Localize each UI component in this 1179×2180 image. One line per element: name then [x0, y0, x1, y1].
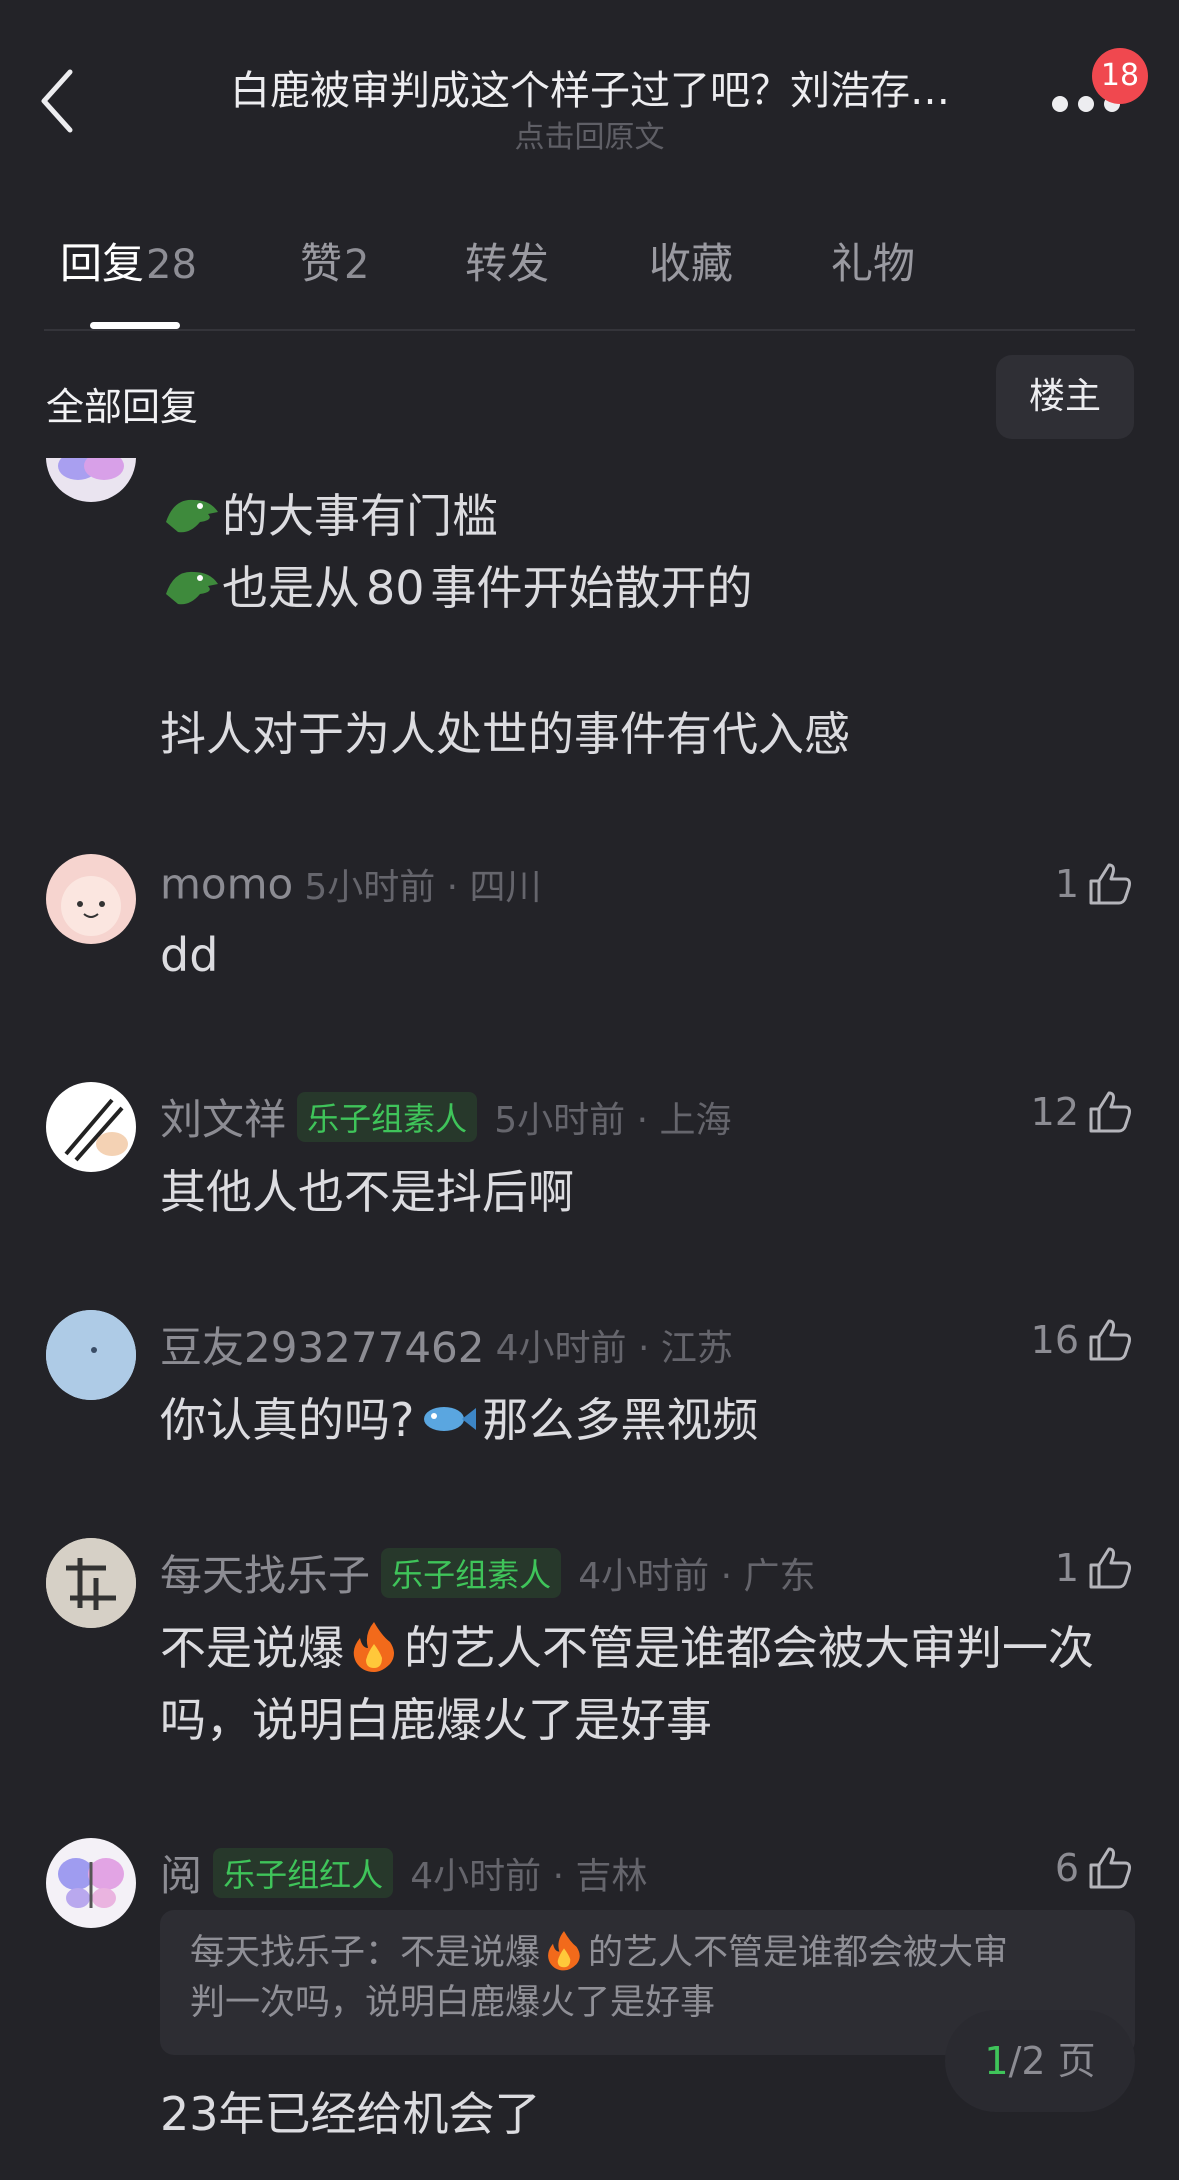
tab-label: 回复 [60, 239, 145, 288]
reply-screen: 白鹿被审判成这个样子过了吧？刘浩存… 点击回原文 18 回复28 赞2 转发 收… [0, 0, 1179, 2180]
page-total: /2 页 [1008, 2039, 1096, 2083]
calligraphy-icon [46, 1538, 136, 1628]
like-count: 6 [1054, 1846, 1079, 1890]
tab-gifts[interactable]: 礼物 [831, 230, 915, 291]
comment-line: 不是说爆 的艺人不管是谁都会被大审判一次 [160, 1612, 1094, 1678]
comment-text: 抖人对于为人处世的事件有代入感 [160, 707, 850, 761]
comment-text: 的艺人不管是谁都会被大审判一次 [404, 1621, 1094, 1675]
comment-meta: 刘文祥 乐子组素人 5小时前 · 上海 [160, 1086, 732, 1144]
butterfly-icon [58, 458, 124, 480]
group-badge: 乐子组素人 [381, 1547, 562, 1598]
username[interactable]: 每天找乐子 [160, 1551, 370, 1600]
crocodile-emoji-icon [166, 499, 218, 533]
divider [44, 329, 1135, 331]
comment-text: 事件开始散开的 [430, 561, 753, 615]
comment-text: 不是说爆 [160, 1621, 344, 1675]
sky-photo-icon [46, 1310, 136, 1400]
avatar[interactable] [46, 458, 136, 502]
comment-line: 的大事有门槛 [160, 480, 498, 546]
quote-text: 的艺人不管是谁都会被大审 [588, 1933, 1009, 1973]
active-tab-indicator [90, 322, 180, 329]
cartoon-face-icon [61, 876, 121, 936]
avatar[interactable] [46, 1838, 136, 1928]
timestamp: 5小时前 · 上海 [494, 1099, 732, 1141]
timestamp: 4小时前 · 江苏 [495, 1327, 733, 1369]
comment-text: 你认真的吗? [160, 1393, 415, 1447]
comment-meta: 每天找乐子 乐子组素人 4小时前 · 广东 [160, 1542, 816, 1600]
comment-text: 也是从 [222, 561, 360, 615]
username[interactable]: 豆友293277462 [160, 1323, 485, 1372]
thumbs-up-icon [1089, 1847, 1131, 1889]
thumbs-up-icon [1089, 1547, 1131, 1589]
fire-emoji-icon [353, 1622, 394, 1672]
like-button[interactable]: 12 [1031, 1082, 1135, 1142]
thumbs-up-icon [1089, 863, 1131, 905]
comment-line: 你认真的吗? 那么多黑视频 [160, 1384, 758, 1450]
comment-line: 也是从 80 事件开始散开的 [160, 552, 753, 618]
post-title[interactable]: 白鹿被审判成这个样子过了吧？刘浩存… [175, 58, 1005, 116]
tab-reposts[interactable]: 转发 [465, 230, 549, 291]
avatar[interactable] [46, 1082, 136, 1172]
crocodile-emoji-icon [166, 571, 218, 605]
tab-likes[interactable]: 赞2 [300, 230, 369, 291]
comment-text: 那么多黑视频 [482, 1393, 759, 1447]
quote-line: 每天找乐子：不是说爆 的艺人不管是谁都会被大审 [190, 1928, 1105, 1978]
quote-text: 每天找乐子：不是说爆 [190, 1933, 541, 1973]
like-button[interactable]: 1 [1055, 1538, 1135, 1598]
like-button[interactable]: 16 [1031, 1310, 1135, 1370]
timestamp: 4小时前 · 广东 [578, 1555, 816, 1597]
comment-meta: momo 5小时前 · 四川 [160, 858, 542, 912]
tab-label: 转发 [465, 239, 550, 288]
comment-meta: 豆友293277462 4小时前 · 江苏 [160, 1314, 733, 1372]
section-title: 全部回复 [46, 385, 199, 429]
timestamp: 5小时前 · 四川 [304, 867, 542, 908]
like-count: 16 [1030, 1318, 1079, 1362]
avatar[interactable] [46, 1310, 136, 1400]
chopsticks-icon [64, 1098, 128, 1162]
tab-label: 礼物 [831, 239, 916, 288]
avatar[interactable] [46, 854, 136, 944]
tab-label: 收藏 [649, 239, 734, 288]
username[interactable]: 阅 [160, 1851, 202, 1900]
comment-text: 其他人也不是抖后啊 [160, 1165, 574, 1219]
tab-replies[interactable]: 回复28 [60, 230, 197, 291]
like-count: 1 [1054, 862, 1079, 906]
like-count: 12 [1030, 1090, 1079, 1134]
thumbs-up-icon [1089, 1091, 1131, 1133]
tab-count: 28 [146, 242, 197, 288]
thumbs-up-icon [1089, 1319, 1131, 1361]
comment-text: 的大事有门槛 [222, 489, 498, 543]
tab-collections[interactable]: 收藏 [649, 230, 733, 291]
back-to-post-link[interactable]: 点击回原文 [0, 112, 1179, 156]
comment-list[interactable]: 的大事有门槛 也是从 80 事件开始散开的 抖人对于为人处世的事件有代入感 momo… [0, 458, 1179, 2180]
comment-text: 80 [366, 561, 425, 615]
avatar[interactable] [46, 1538, 136, 1628]
comment-text: 23年已经给机会了 [160, 2087, 541, 2141]
comment-meta: 阅 乐子组红人 4小时前 · 吉林 [160, 1842, 648, 1900]
group-badge: 乐子组素人 [297, 1091, 478, 1142]
page-indicator[interactable]: 1/2 页 [945, 2010, 1135, 2112]
username[interactable]: 刘文祥 [160, 1095, 286, 1144]
comment-text: dd [160, 928, 219, 982]
comment-text: 吗，说明白鹿爆火了是好事 [160, 1693, 712, 1747]
group-badge: 乐子组红人 [213, 1847, 394, 1898]
like-button[interactable]: 6 [1055, 1838, 1135, 1898]
owner-only-button[interactable]: 楼主 [996, 355, 1134, 439]
username[interactable]: momo [160, 860, 293, 909]
tab-bar: 回复28 赞2 转发 收藏 礼物 [0, 230, 1179, 330]
fish-emoji-icon [424, 1407, 477, 1431]
tab-count: 2 [344, 242, 370, 288]
like-button[interactable]: 1 [1055, 854, 1135, 914]
tab-label: 赞 [300, 239, 343, 288]
current-page: 1 [984, 2039, 1009, 2083]
like-count: 1 [1054, 1546, 1079, 1590]
fire-emoji-icon [548, 1931, 580, 1971]
notification-badge: 18 [1092, 48, 1148, 104]
butterfly-icon [58, 1858, 124, 1908]
timestamp: 4小时前 · 吉林 [410, 1855, 648, 1897]
